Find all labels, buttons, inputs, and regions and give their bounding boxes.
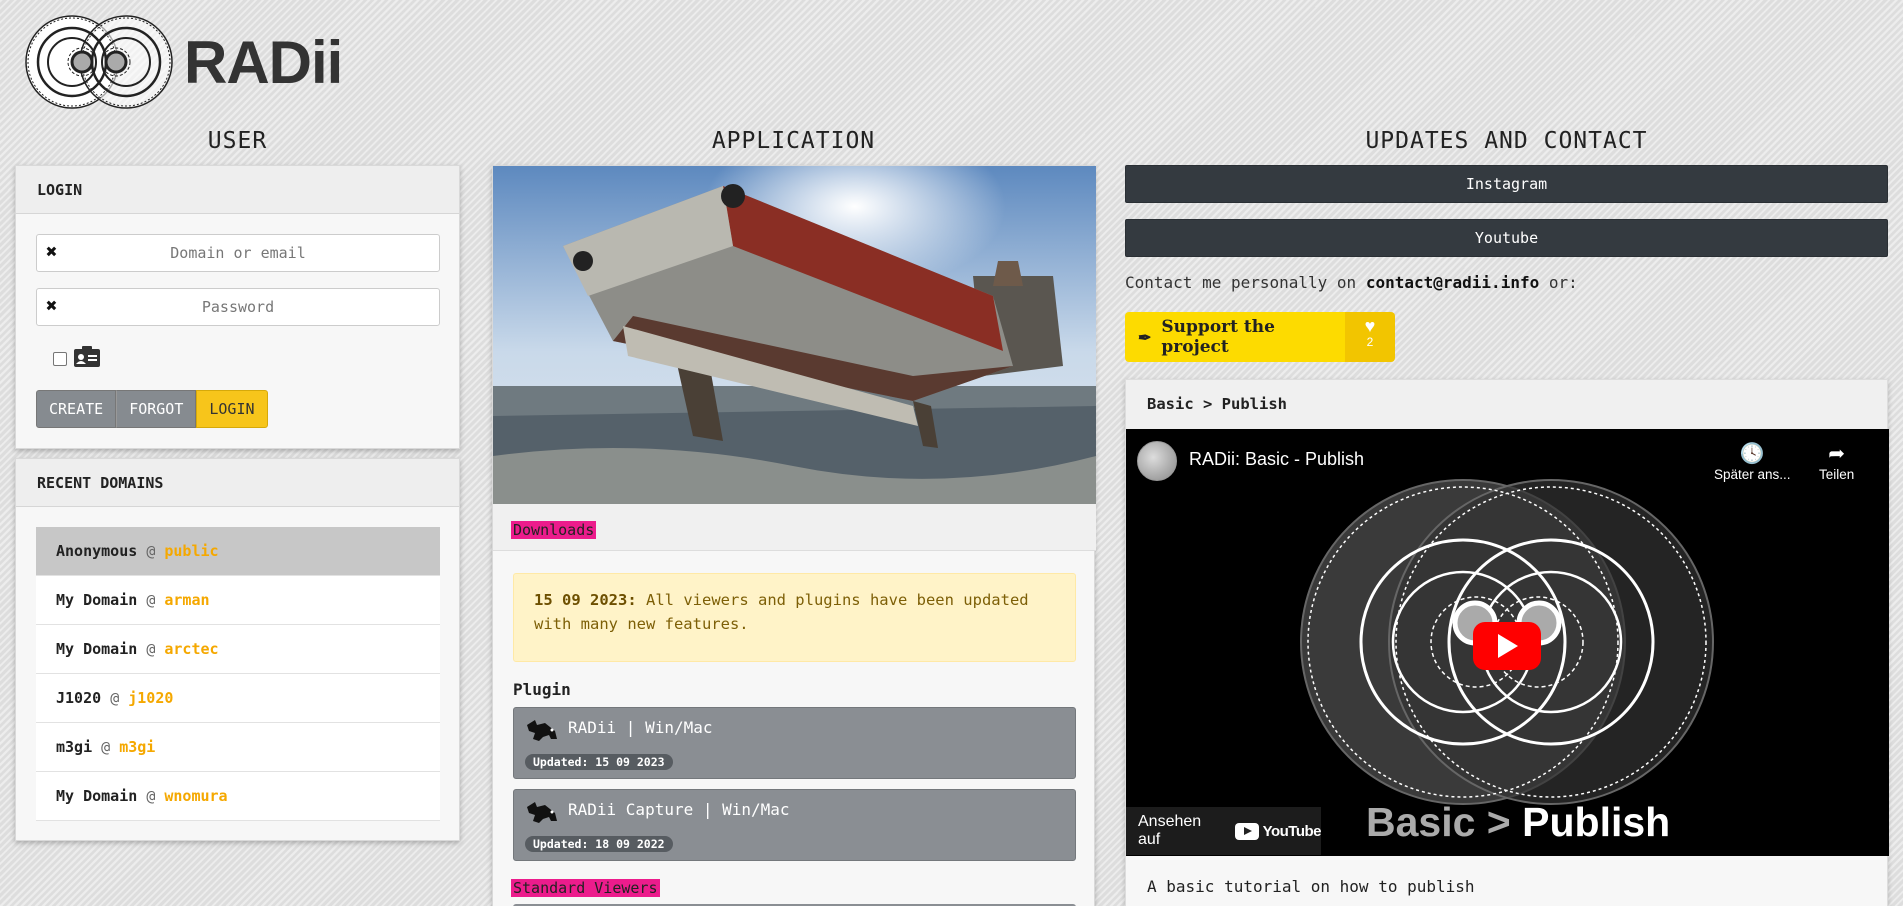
pen-icon: ✒ (1138, 327, 1152, 347)
plugin-radii-capture[interactable]: RADii Capture | Win/Mac Updated: 18 09 2… (513, 789, 1076, 861)
viewers-label-wrap: Standard Viewers (511, 878, 660, 897)
support-button[interactable]: ✒ Support the project ♥ 2 (1125, 312, 1395, 362)
login-actions: CREATE FORGOT LOGIN (36, 390, 268, 428)
recent-domains-card: RECENT DOMAINS Anonymous @ public My Dom… (15, 458, 460, 841)
heart-icon: ♥ (1364, 316, 1376, 336)
update-notice: 15 09 2023: All viewers and plugins have… (513, 573, 1076, 662)
video-description: A basic tutorial on how to publish (1147, 877, 1475, 896)
recent-domains-list: Anonymous @ public My Domain @ arman My … (36, 527, 440, 821)
support-count: 2 (1366, 335, 1374, 349)
domain-input[interactable] (37, 235, 439, 271)
login-header: LOGIN (16, 166, 459, 214)
id-card-icon (74, 346, 100, 367)
remember-checkbox[interactable] (53, 352, 67, 366)
brand-logo[interactable]: RADii (24, 14, 343, 110)
contact-line: Contact me personally on contact@radii.i… (1125, 273, 1578, 292)
login-card: LOGIN ✖ ✖ CREATE FORGOT LOGIN (15, 165, 460, 449)
radii-logo-icon (25, 15, 173, 109)
password-input[interactable] (37, 289, 439, 325)
plugin-name: RADii | Win/Mac (568, 718, 713, 737)
share-button[interactable]: ➦ Teilen (1819, 441, 1854, 482)
video-player[interactable]: RADii: Basic - Publish 🕓 Später ans... ➦… (1126, 429, 1889, 856)
plugin-updated-badge: Updated: 15 09 2023 (525, 754, 673, 770)
plugin-radii[interactable]: RADii | Win/Mac Updated: 15 09 2023 (513, 707, 1076, 779)
domain-field[interactable]: ✖ (36, 234, 440, 272)
list-item[interactable]: m3gi @ m3gi (36, 723, 440, 772)
column-title-application: APPLICATION (711, 128, 876, 154)
recent-domains-header: RECENT DOMAINS (16, 459, 459, 507)
clear-password-icon[interactable]: ✖ (46, 295, 57, 317)
column-title-user: USER (207, 128, 268, 154)
watch-later-button[interactable]: 🕓 Später ans... (1714, 441, 1791, 482)
create-button[interactable]: CREATE (36, 390, 117, 428)
list-item[interactable]: J1020 @ j1020 (36, 674, 440, 723)
support-label: Support the project (1161, 317, 1275, 357)
channel-avatar[interactable] (1137, 441, 1177, 481)
video-card: Basic > Publish RADii: Basic - Publish 🕓… (1125, 379, 1889, 906)
application-card: Downloads 15 09 2023: All viewers and pl… (492, 165, 1096, 906)
plugin-heading: Plugin (513, 680, 571, 699)
clock-icon: 🕓 (1739, 443, 1765, 465)
plugin-name: RADii Capture | Win/Mac (568, 800, 790, 819)
forgot-button[interactable]: FORGOT (116, 390, 197, 428)
rhino-icon (527, 802, 557, 823)
clear-domain-icon[interactable]: ✖ (46, 241, 57, 263)
list-item[interactable]: My Domain @ arman (36, 576, 440, 625)
password-field[interactable]: ✖ (36, 288, 440, 326)
list-item[interactable]: Anonymous @ public (36, 527, 440, 576)
video-overlay-title: Basic > Publish (1366, 799, 1671, 845)
downloads-label-wrap: Downloads (511, 520, 597, 539)
watch-on-youtube-button[interactable]: Ansehen auf YouTube (1126, 807, 1322, 855)
instagram-button[interactable]: Instagram (1125, 165, 1888, 203)
plugin-updated-badge: Updated: 18 09 2022 (525, 836, 673, 852)
notice-date: 15 09 2023: (534, 591, 637, 609)
rhino-icon (527, 720, 557, 741)
share-icon: ➦ (1828, 443, 1846, 465)
login-button[interactable]: LOGIN (196, 390, 268, 428)
youtube-logo-icon: YouTube (1234, 822, 1322, 840)
video-card-title: Basic > Publish (1126, 380, 1887, 429)
youtube-button[interactable]: Youtube (1125, 219, 1888, 257)
downloads-label: Downloads (511, 521, 597, 539)
video-title[interactable]: RADii: Basic - Publish (1189, 449, 1364, 470)
list-item[interactable]: My Domain @ wnomura (36, 772, 440, 821)
support-like-counter[interactable]: ♥ 2 (1345, 312, 1395, 362)
brand-name: RADii (184, 28, 343, 96)
hero-image (493, 166, 1096, 504)
column-title-updates: UPDATES AND CONTACT (1365, 128, 1648, 154)
standard-viewers-label: Standard Viewers (511, 879, 660, 897)
list-item[interactable]: My Domain @ arctec (36, 625, 440, 674)
video-thumbnail (1300, 479, 1714, 805)
contact-email-link[interactable]: contact@radii.info (1366, 273, 1539, 292)
